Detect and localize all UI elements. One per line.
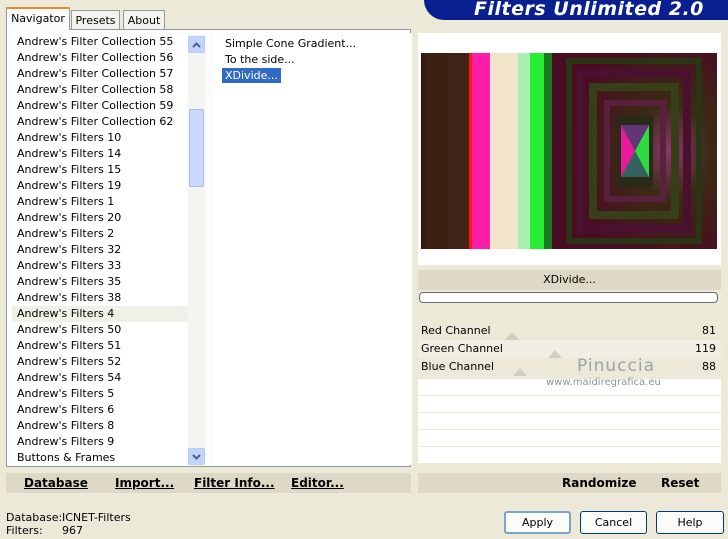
filter-info-button[interactable]: Filter Info... xyxy=(194,476,275,490)
list-item[interactable]: Andrew's Filters 10 xyxy=(12,130,190,146)
list-item[interactable]: Andrew's Filters 6 xyxy=(12,402,190,418)
list-item[interactable]: Andrew's Filters 50 xyxy=(12,322,190,338)
slider-blue-channel[interactable]: Blue Channel 88 xyxy=(418,358,721,376)
slider-green-channel[interactable]: Green Channel 119 xyxy=(418,340,721,358)
apply-button[interactable]: Apply xyxy=(504,511,571,534)
list-item[interactable]: Andrew's Filters 8 xyxy=(12,418,190,434)
list-item[interactable]: Andrew's Filters 2 xyxy=(12,226,190,242)
list-item[interactable]: Andrew's Filters 51 xyxy=(12,338,190,354)
list-item[interactable]: Andrew's Filter Collection 56 xyxy=(12,50,190,66)
category-list[interactable]: Andrew's Filter Collection 55 Andrew's Fi… xyxy=(12,34,190,466)
green-channel-value: 119 xyxy=(695,342,716,355)
list-item[interactable]: Andrew's Filters 5 xyxy=(12,386,190,402)
database-button[interactable]: Database xyxy=(24,476,88,490)
list-item[interactable]: Buttons & Frames xyxy=(12,450,190,466)
chevron-down-icon xyxy=(192,453,201,460)
status-database: Database: ICNET-Filters xyxy=(6,511,131,524)
list-item[interactable]: Andrew's Filter Collection 59 xyxy=(12,98,190,114)
randomize-button[interactable]: Randomize xyxy=(562,476,636,490)
list-item[interactable]: Andrew's Filters 38 xyxy=(12,290,190,306)
list-item[interactable]: Andrew's Filters 9 xyxy=(12,434,190,450)
blue-channel-value: 88 xyxy=(702,360,716,373)
red-channel-thumb[interactable] xyxy=(505,332,519,340)
filter-name-label: XDivide... xyxy=(418,270,721,290)
list-item[interactable]: Andrew's Filters 35 xyxy=(12,274,190,290)
progress-bar xyxy=(419,292,718,303)
green-channel-label: Green Channel xyxy=(421,342,503,355)
tab-presets[interactable]: Presets xyxy=(71,10,120,29)
scroll-down-button[interactable] xyxy=(188,448,205,465)
editor-button[interactable]: Editor... xyxy=(291,476,344,490)
tab-about-label: About xyxy=(127,14,161,27)
preview-image[interactable] xyxy=(421,53,717,249)
list-item[interactable]: Andrew's Filters 32 xyxy=(12,242,190,258)
scroll-thumb[interactable] xyxy=(189,109,204,187)
list-item[interactable]: Andrew's Filters 1 xyxy=(12,194,190,210)
red-channel-label: Red Channel xyxy=(421,324,491,337)
empty-slider-row xyxy=(418,412,721,429)
category-scrollbar[interactable] xyxy=(188,35,205,465)
tab-presets-label: Presets xyxy=(75,14,116,27)
channel-sliders: Red Channel 81 Green Channel 119 Blue Ch… xyxy=(418,322,721,466)
reset-button[interactable]: Reset xyxy=(661,476,699,490)
list-item[interactable]: Andrew's Filter Collection 62 xyxy=(12,114,190,130)
filter-item-to-the-side[interactable]: To the side... xyxy=(222,52,298,67)
empty-slider-row xyxy=(418,395,721,412)
chevron-up-icon xyxy=(192,41,201,48)
help-button[interactable]: Help xyxy=(656,511,724,534)
status-filters-value: 967 xyxy=(62,524,83,537)
scroll-up-button[interactable] xyxy=(188,36,205,53)
status-filters-label: Filters: xyxy=(6,524,43,537)
app-title: Filters Unlimited 2.0 xyxy=(474,0,704,20)
tab-about[interactable]: About xyxy=(123,10,165,29)
cancel-button[interactable]: Cancel xyxy=(580,511,647,534)
blue-channel-label: Blue Channel xyxy=(421,360,494,373)
list-item[interactable]: Andrew's Filter Collection 57 xyxy=(12,66,190,82)
watermark-url: www.maidiregrafica.eu xyxy=(546,377,661,388)
list-item[interactable]: Andrew's Filters 14 xyxy=(12,146,190,162)
tab-navigator-label: Navigator xyxy=(11,12,65,25)
list-item[interactable]: Andrew's Filters 15 xyxy=(12,162,190,178)
blue-channel-thumb[interactable] xyxy=(513,368,527,376)
empty-slider-row xyxy=(418,446,721,463)
list-item[interactable]: Andrew's Filter Collection 58 xyxy=(12,82,190,98)
list-item[interactable]: Andrew's Filters 54 xyxy=(12,370,190,386)
status-filters: Filters: 967 xyxy=(6,524,83,537)
red-channel-value: 81 xyxy=(702,324,716,337)
watermark-name: Pinuccia xyxy=(577,356,655,376)
list-item[interactable]: Andrew's Filters 20 xyxy=(12,210,190,226)
status-database-value: ICNET-Filters xyxy=(62,511,131,524)
import-button[interactable]: Import... xyxy=(115,476,174,490)
list-item[interactable]: Andrew's Filter Collection 55 xyxy=(12,34,190,50)
filter-list: Simple Cone Gradient... To the side... X… xyxy=(214,33,412,465)
filter-item-xdivide[interactable]: XDivide... xyxy=(222,68,281,83)
list-item[interactable]: Andrew's Filters 52 xyxy=(12,354,190,370)
tab-navigator[interactable]: Navigator xyxy=(6,7,70,30)
slider-red-channel[interactable]: Red Channel 81 xyxy=(418,322,721,340)
empty-slider-row xyxy=(418,429,721,446)
green-channel-thumb[interactable] xyxy=(548,350,562,358)
list-item[interactable]: Andrew's Filters 19 xyxy=(12,178,190,194)
list-item[interactable]: Andrew's Filters 33 xyxy=(12,258,190,274)
filter-item-simple-cone-gradient[interactable]: Simple Cone Gradient... xyxy=(222,36,359,51)
list-item[interactable]: Andrew's Filters 4 xyxy=(12,306,190,322)
status-database-label: Database: xyxy=(6,511,63,524)
